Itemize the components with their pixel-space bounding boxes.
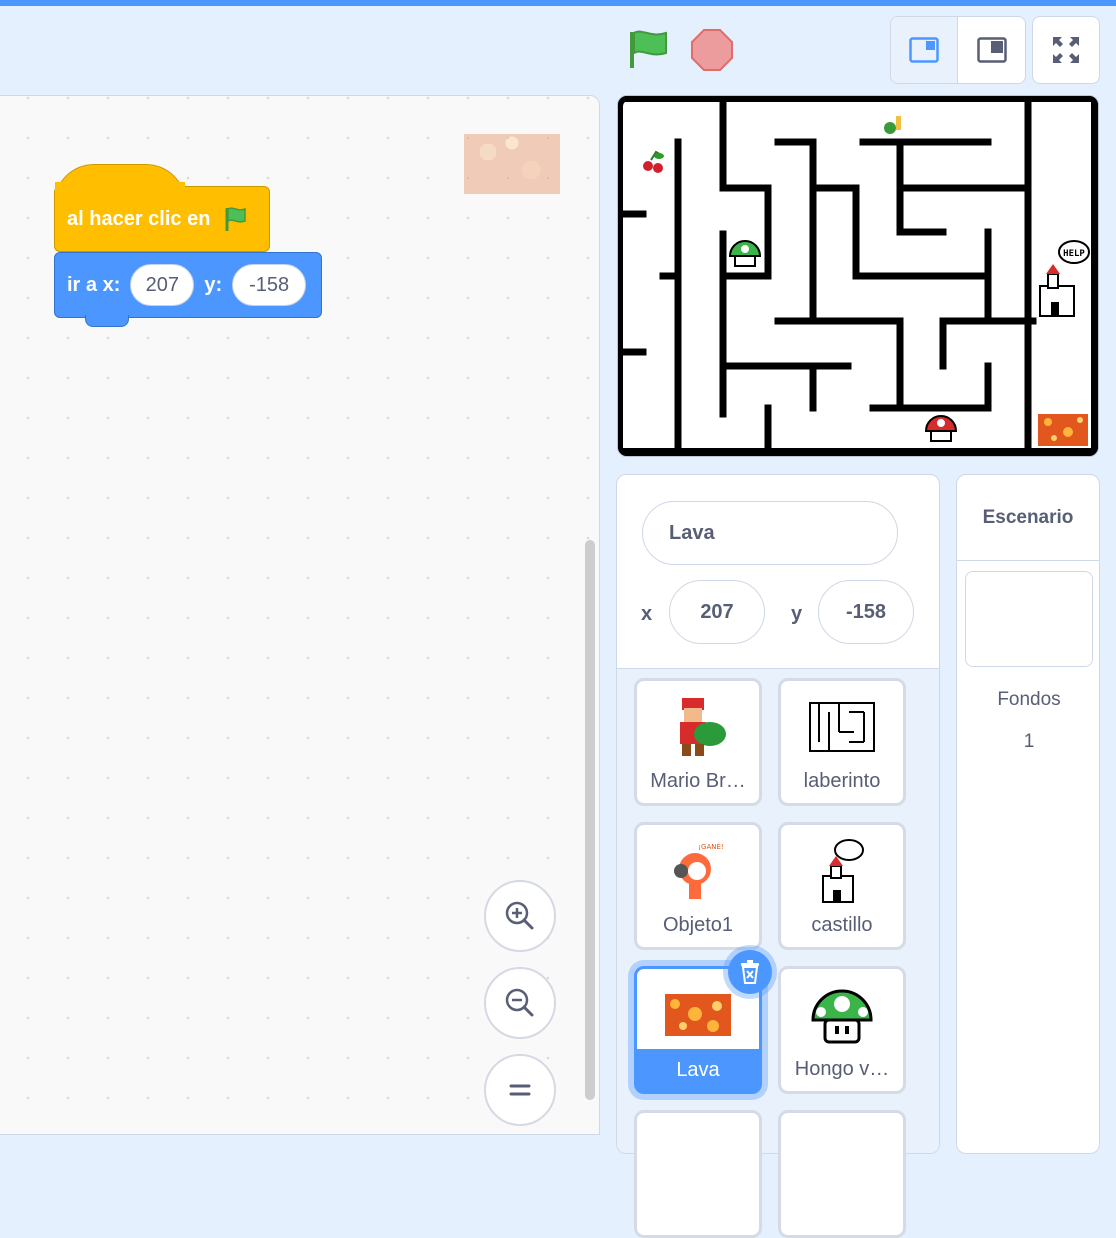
stage-selector-pane[interactable]: Escenario Fondos 1 — [956, 474, 1100, 1154]
y-value-input[interactable]: -158 — [232, 264, 307, 306]
maze-stage: HELP — [618, 96, 1098, 456]
small-stage-button[interactable] — [891, 17, 958, 83]
sprite-name-input[interactable]: Lava — [642, 501, 898, 565]
when-flag-clicked-block[interactable]: al hacer clic en — [54, 164, 270, 254]
stage-canvas[interactable]: HELP — [617, 95, 1099, 457]
sprite-tile-mario[interactable]: Mario Br… — [634, 678, 762, 806]
fullscreen-icon — [1053, 37, 1079, 63]
current-sprite-watermark — [464, 134, 560, 194]
castle-sprite-icon — [822, 839, 864, 903]
go-to-xy-block[interactable]: ir a x: 207 y: -158 — [54, 252, 322, 327]
fullscreen-button[interactable] — [1032, 16, 1100, 84]
help-bubble-text: HELP — [1063, 249, 1085, 259]
sprite-tile-label: Objeto1 — [662, 914, 734, 936]
character-sprite-icon: ¡GANÉ! — [674, 842, 724, 899]
delete-sprite-button[interactable] — [728, 950, 772, 994]
zoom-reset-button[interactable] — [484, 1054, 556, 1126]
sprite-tile-objeto1[interactable]: ¡GANÉ! Objeto1 — [634, 822, 762, 950]
backdrops-label: Fondos — [997, 689, 1061, 710]
backdrops-count: 1 — [1023, 731, 1035, 752]
sprite-tile-partial[interactable] — [634, 1110, 762, 1238]
mario-sprite-icon — [680, 698, 726, 756]
y-label: y: — [204, 273, 223, 296]
green-mushroom-sprite-icon — [811, 989, 873, 1044]
y-label: y — [791, 603, 803, 625]
lava-sprite-icon — [665, 994, 731, 1036]
go-to-label: ir a x: — [67, 273, 121, 296]
gane-text: ¡GANÉ! — [698, 842, 723, 851]
stop-button[interactable] — [690, 28, 734, 72]
normal-stage-icon — [976, 37, 1007, 63]
sprite-y-input[interactable]: -158 — [818, 580, 914, 644]
sprite-tile-laberinto[interactable]: laberinto — [778, 678, 906, 806]
sprite-tile-castillo[interactable]: castillo — [778, 822, 906, 950]
zoom-out-button[interactable] — [484, 967, 556, 1039]
green-flag-button[interactable] — [624, 26, 670, 72]
backdrop-thumbnail[interactable] — [965, 571, 1093, 667]
zoom-in-icon — [505, 901, 534, 930]
sprite-tile-label: Hongo v… — [794, 1058, 890, 1080]
normal-stage-button[interactable] — [958, 17, 1025, 83]
top-accent-bar — [0, 0, 1116, 6]
maze-sprite-icon — [809, 702, 875, 752]
sprite-tile-label: Lava — [637, 1049, 759, 1091]
small-stage-icon — [909, 37, 939, 63]
x-value-input[interactable]: 207 — [130, 264, 195, 306]
sprite-tile-label: castillo — [811, 914, 873, 936]
hat-block-label: al hacer clic en — [67, 207, 211, 230]
zoom-in-button[interactable] — [484, 880, 556, 952]
x-label: x — [641, 603, 653, 625]
zoom-out-icon — [505, 988, 534, 1017]
sprite-x-input[interactable]: 207 — [669, 580, 765, 644]
sprite-tile-hongo[interactable]: Hongo v… — [778, 966, 906, 1094]
sprite-tile-label: laberinto — [803, 770, 881, 792]
workspace-scrollbar[interactable] — [585, 540, 595, 1100]
green-flag-icon — [225, 207, 247, 231]
sprite-tile-label: Mario Br… — [650, 770, 746, 792]
trash-icon — [741, 960, 759, 984]
zoom-reset-icon — [509, 1084, 531, 1096]
stage-layout-toggle — [890, 16, 1026, 84]
sprite-tile-partial[interactable] — [778, 1110, 906, 1238]
stage-pane-title: Escenario — [957, 475, 1099, 561]
